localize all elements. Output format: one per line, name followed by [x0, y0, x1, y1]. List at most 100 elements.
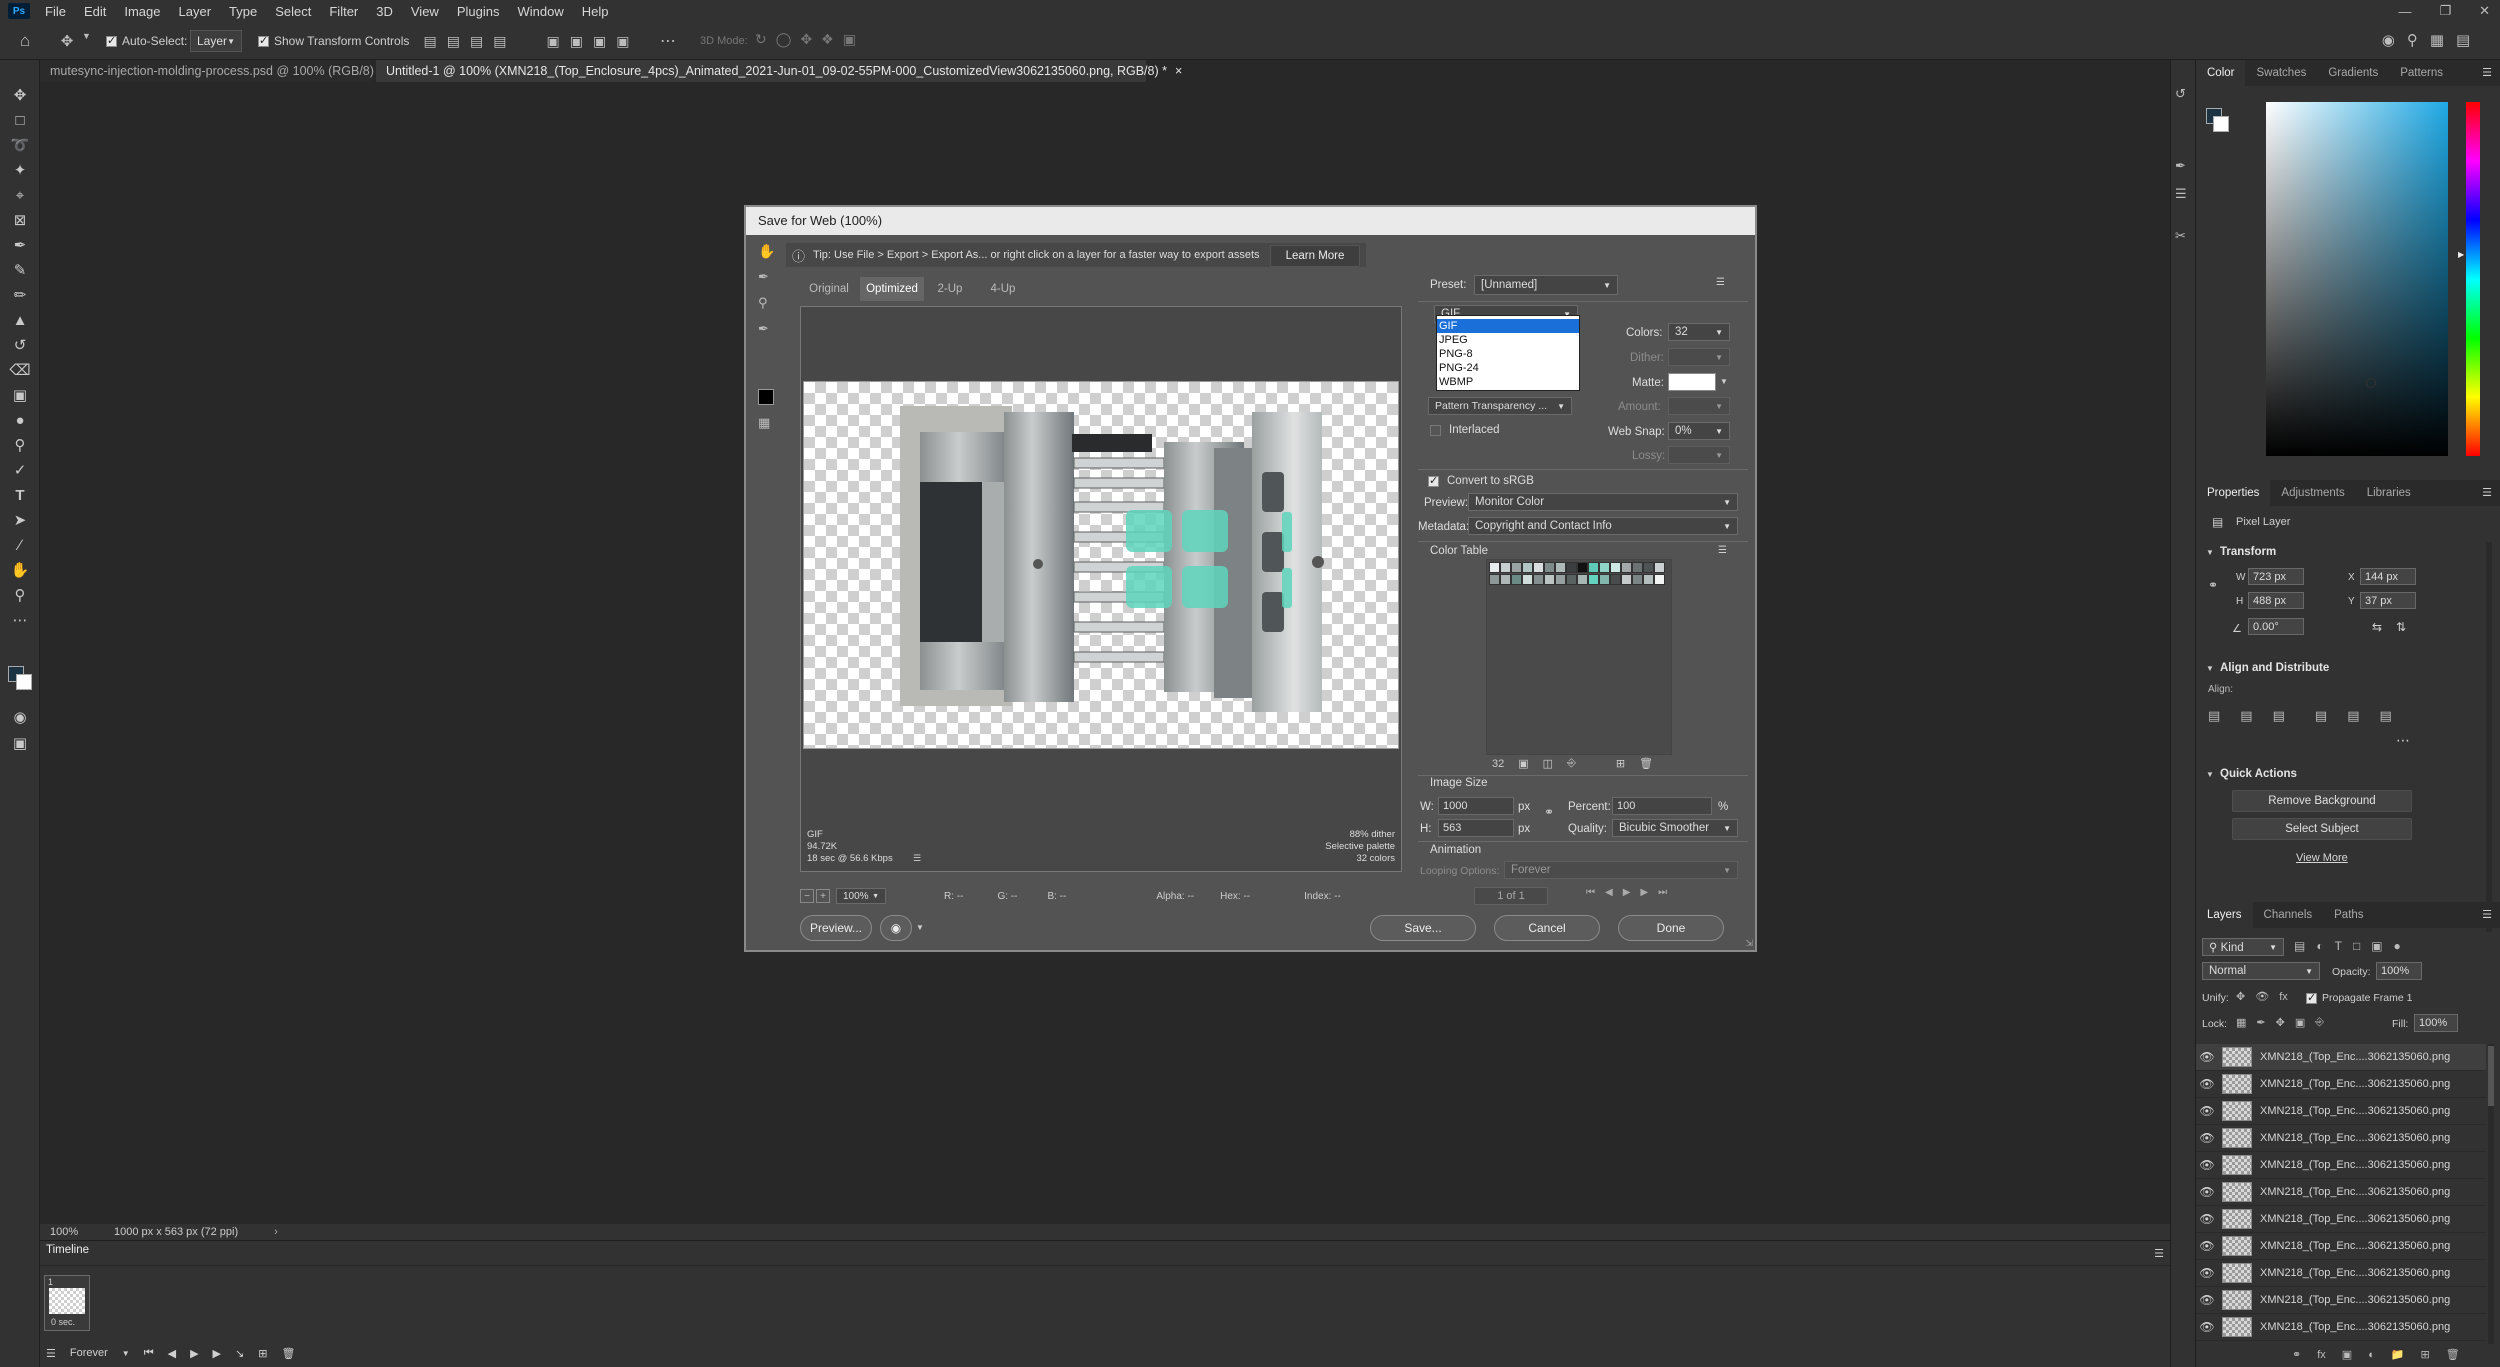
loop-select[interactable]: Forever: [70, 1347, 108, 1359]
new-layer-icon[interactable]: ⊞: [2421, 1348, 2430, 1361]
layer-row[interactable]: 👁 XMN218_(Top_Enc....3062135060.png: [2196, 1098, 2486, 1125]
optimize-menu-icon[interactable]: ☰: [1716, 277, 1725, 288]
color-table-swatch[interactable]: [1588, 562, 1599, 573]
minimize-icon[interactable]: —: [2398, 4, 2411, 19]
first-frame-icon[interactable]: ⏮: [1586, 887, 1595, 898]
workspace-icons[interactable]: ◉⚲▦▤: [2372, 31, 2492, 49]
visibility-eye-icon[interactable]: 👁: [2196, 1131, 2218, 1145]
filter-adjustment-icon[interactable]: ◐: [2316, 939, 2323, 953]
color-table-swatch[interactable]: [1621, 574, 1632, 585]
tab-optimized[interactable]: Optimized: [860, 277, 924, 301]
menu-layer[interactable]: Layer: [170, 4, 221, 19]
tab-paths[interactable]: Paths: [2323, 902, 2374, 928]
move-tool-icon[interactable]: ✥: [9, 84, 31, 106]
color-table-swatch[interactable]: [1500, 574, 1511, 585]
blur-tool-icon[interactable]: ●: [9, 409, 31, 431]
tab-2-up[interactable]: 2-Up: [924, 283, 976, 295]
transform-width[interactable]: 723 px: [2248, 568, 2304, 585]
transparency-dither-select[interactable]: Pattern Transparency ... ▼: [1428, 397, 1572, 415]
download-speed-menu-icon[interactable]: ☰: [913, 853, 921, 864]
optimized-preview[interactable]: GIF 94.72K 18 sec @ 56.6 Kbps ☰ 88% dith…: [800, 306, 1402, 872]
dither-field[interactable]: ▼: [1668, 348, 1730, 366]
visibility-eye-icon[interactable]: 👁: [2196, 1050, 2218, 1064]
frame-delay[interactable]: 0 sec.: [51, 1317, 75, 1327]
lock-all-icon[interactable]: ⎆: [2315, 1016, 2324, 1029]
unify-visibility-icon[interactable]: 👁: [2255, 990, 2269, 1003]
eyedropper-icon[interactable]: ✒: [9, 234, 31, 256]
menu-type[interactable]: Type: [220, 4, 266, 19]
quality-select[interactable]: Bicubic Smoother ▼: [1612, 819, 1738, 837]
zoom-tool-icon[interactable]: ⚲: [758, 295, 768, 311]
color-table-swatch[interactable]: [1555, 562, 1566, 573]
layer-row[interactable]: 👁 XMN218_(Top_Enc....3062135060.png: [2196, 1206, 2486, 1233]
play-icon[interactable]: ▶: [190, 1347, 198, 1360]
delete-frame-icon[interactable]: 🗑: [281, 1347, 295, 1360]
eyedropper-color-swatch[interactable]: [758, 389, 774, 405]
brush-tool-icon[interactable]: ✏: [9, 284, 31, 306]
crop-tool-icon[interactable]: ⌖: [9, 184, 31, 206]
color-table-swatch[interactable]: [1522, 562, 1533, 573]
align-middle-v-icon[interactable]: ▤: [2347, 708, 2359, 724]
color-picker-field[interactable]: [2266, 102, 2448, 456]
layer-row[interactable]: 👁 XMN218_(Top_Enc....3062135060.png: [2196, 1287, 2486, 1314]
transform-y[interactable]: 37 px: [2360, 592, 2416, 609]
color-table-swatch[interactable]: [1511, 562, 1522, 573]
lock-position-icon[interactable]: ✥: [2276, 1016, 2285, 1029]
more-options-icon[interactable]: ⋯: [2396, 732, 2410, 749]
tab-channels[interactable]: Channels: [2253, 902, 2324, 928]
preset-select[interactable]: [Unnamed] ▼: [1474, 275, 1618, 295]
tab-patterns[interactable]: Patterns: [2389, 60, 2454, 86]
layer-row[interactable]: 👁 XMN218_(Top_Enc....3062135060.png: [2196, 1260, 2486, 1287]
transform-x[interactable]: 144 px: [2360, 568, 2416, 585]
color-table-swatch[interactable]: [1511, 574, 1522, 585]
magic-wand-icon[interactable]: ✦: [9, 159, 31, 181]
align-bottom-icon[interactable]: ▤: [2379, 708, 2391, 724]
align-icons[interactable]: ▤▤▤▤: [410, 31, 530, 51]
show-transform-checkbox[interactable]: [258, 34, 269, 47]
color-table-swatch[interactable]: [1643, 574, 1654, 585]
restore-icon[interactable]: ❐: [2439, 3, 2451, 19]
color-table-swatch[interactable]: [1533, 562, 1544, 573]
animation-frame[interactable]: 1 0 sec.: [44, 1275, 90, 1331]
line-tool-icon[interactable]: ∕: [9, 534, 31, 556]
convert-srgb-checkbox[interactable]: [1428, 474, 1439, 487]
color-table-swatch[interactable]: [1632, 574, 1643, 585]
format-option-png8[interactable]: PNG-8: [1437, 347, 1579, 361]
type-tool-icon[interactable]: T: [9, 484, 31, 506]
chevron-down-icon[interactable]: ▼: [1720, 377, 1728, 386]
tween-icon[interactable]: ↘: [235, 1347, 244, 1360]
color-table-swatch[interactable]: [1566, 574, 1577, 585]
tab-swatches[interactable]: Swatches: [2245, 60, 2317, 86]
adjustment-layer-icon[interactable]: ◐: [2368, 1349, 2375, 1361]
layer-row[interactable]: 👁 XMN218_(Top_Enc....3062135060.png: [2196, 1179, 2486, 1206]
visibility-eye-icon[interactable]: 👁: [2196, 1185, 2218, 1199]
menu-window[interactable]: Window: [508, 4, 572, 19]
background-color-swatch[interactable]: [16, 674, 32, 690]
zoom-in-icon[interactable]: +: [816, 889, 830, 903]
lock-artboard-icon[interactable]: ▣: [2295, 1016, 2305, 1029]
color-table-swatch[interactable]: [1577, 574, 1588, 585]
layer-row[interactable]: 👁 XMN218_(Top_Enc....3062135060.png: [2196, 1314, 2486, 1341]
color-table-swatch[interactable]: [1544, 574, 1555, 585]
opacity-input[interactable]: 100%: [2376, 962, 2422, 980]
color-table-swatch[interactable]: [1610, 574, 1621, 585]
next-frame-icon[interactable]: ▶: [213, 1347, 221, 1360]
adjust-sliders-icon[interactable]: ☰: [2175, 186, 2187, 202]
panel-menu-icon[interactable]: ☰: [2482, 908, 2492, 921]
next-frame-icon[interactable]: ▶: [1640, 887, 1648, 898]
color-table-swatch[interactable]: [1489, 562, 1500, 573]
tab-color[interactable]: Color: [2196, 60, 2246, 86]
format-option-gif[interactable]: GIF: [1437, 319, 1579, 333]
new-color-icon[interactable]: ⊞: [1616, 757, 1625, 770]
zoom-out-icon[interactable]: −: [800, 889, 814, 903]
zoom-select[interactable]: 100% ▼: [836, 888, 886, 904]
prev-frame-icon[interactable]: ◀: [168, 1347, 176, 1360]
hue-slider-handle[interactable]: ▶: [2458, 250, 2464, 259]
preview-button[interactable]: Preview...: [800, 915, 872, 941]
auto-select-checkbox[interactable]: [106, 34, 117, 47]
remove-background-button[interactable]: Remove Background: [2232, 790, 2412, 812]
layers-scrollbar[interactable]: [2488, 1044, 2494, 1344]
color-table-swatch[interactable]: [1599, 562, 1610, 573]
pen-tool-icon[interactable]: ✓: [9, 459, 31, 481]
eraser-tool-icon[interactable]: ⌫: [9, 359, 31, 381]
